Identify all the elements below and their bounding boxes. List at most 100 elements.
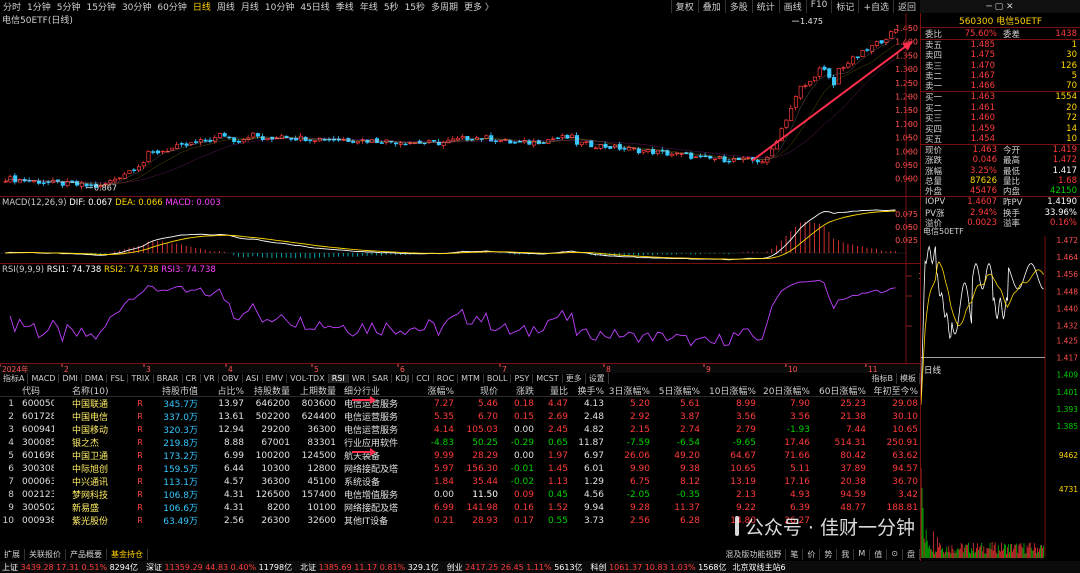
period-tab[interactable]: 分时: [0, 0, 24, 13]
column-header[interactable]: 代码: [14, 384, 54, 397]
table-row[interactable]: 8 002123 梦网科技 R 106.8万 4.31 126500 157400 电信增值服务…: [0, 488, 920, 502]
column-header[interactable]: 60日涨幅%: [810, 384, 866, 397]
indicator-tab[interactable]: DMA: [82, 374, 108, 383]
column-header[interactable]: 占比%: [198, 384, 244, 397]
toolbar-button[interactable]: 统计: [751, 0, 779, 13]
indicator-tab[interactable]: CR: [183, 374, 201, 383]
period-tab[interactable]: 45日线: [297, 0, 332, 13]
indicator-tab[interactable]: FSL: [107, 374, 129, 383]
period-tab[interactable]: 周线: [214, 0, 238, 13]
period-tab[interactable]: 1分钟: [24, 0, 54, 13]
column-header[interactable]: 20日涨幅%: [756, 384, 810, 397]
indicator-tab[interactable]: SAR: [369, 374, 393, 383]
period-tab[interactable]: 15秒: [402, 0, 428, 13]
indicator-tab[interactable]: DMI: [59, 374, 82, 383]
period-tab[interactable]: 更多 〉: [461, 0, 497, 13]
toolbar-button[interactable]: +自选: [858, 0, 893, 13]
table-row[interactable]: 5 601698 中国卫通 R 173.2万 6.99 100200 124500 航天装备 9.…: [0, 449, 920, 463]
toolbar-button[interactable]: 叠加: [697, 0, 725, 13]
indicator-tab[interactable]: ASI: [243, 374, 263, 383]
period-tab[interactable]: 15分钟: [83, 0, 118, 13]
indicator-tab[interactable]: BOLL: [484, 374, 512, 383]
index-quote[interactable]: 北证 1385.69 11.17 0.81% 329.1亿: [298, 562, 445, 573]
table-row[interactable]: 1 600050 中国联通 R 345.7万 13.97 646200 803600 电信运营服…: [0, 397, 920, 411]
period-tab[interactable]: 日线: [190, 0, 214, 13]
column-header[interactable]: 涨幅%: [400, 384, 454, 397]
toolbar-button[interactable]: 复权: [670, 0, 698, 13]
bottom-tool[interactable]: 混及版功能视野: [721, 548, 787, 560]
period-indicator-tab[interactable]: 日线: [924, 364, 941, 376]
table-row[interactable]: 3 600941 中国移动 R 320.3万 12.94 29200 36300 电信运营服务 4…: [0, 423, 920, 437]
column-header[interactable]: 5日涨幅%: [650, 384, 700, 397]
column-header[interactable]: 年初至今%: [866, 384, 918, 397]
bottom-tool[interactable]: M: [854, 548, 871, 560]
index-quote[interactable]: 深证 11359.29 44.83 0.40% 11798亿: [144, 562, 298, 573]
column-header[interactable]: 名称(10): [54, 384, 134, 397]
index-quote[interactable]: 上证 3439.28 17.31 0.51% 8294亿: [0, 562, 144, 573]
indicator-tab[interactable]: OBV: [219, 374, 243, 383]
period-tab[interactable]: 10分钟: [262, 0, 297, 13]
bottom-tool[interactable]: 价: [803, 548, 821, 560]
column-header[interactable]: 量比: [534, 384, 568, 397]
toolbar-button[interactable]: 返回: [892, 0, 920, 13]
period-tab[interactable]: 月线: [238, 0, 262, 13]
column-header[interactable]: 涨跌: [498, 384, 534, 397]
indicator-tab[interactable]: RSI: [328, 374, 349, 383]
toolbar-button[interactable]: F10: [805, 0, 832, 13]
table-row[interactable]: 4 300085 银之杰 R 219.8万 8.88 67001 83301 行业应用软件 -4.…: [0, 436, 920, 450]
index-quote[interactable]: 科创 1061.37 10.83 1.03% 1568亿: [589, 562, 733, 573]
indicator-tab[interactable]: MCST: [533, 374, 563, 383]
indicator-option[interactable]: 模板: [897, 373, 920, 384]
bottom-tool[interactable]: ⊙: [887, 548, 903, 560]
bottom-tab[interactable]: 产品概要: [66, 548, 107, 560]
period-tab[interactable]: 30分钟: [119, 0, 154, 13]
column-header[interactable]: 换手%: [568, 384, 604, 397]
bottom-tool[interactable]: 值: [870, 548, 888, 560]
indicator-tab[interactable]: WR: [349, 374, 370, 383]
indicator-tab[interactable]: PSY: [511, 374, 534, 383]
indicator-tab[interactable]: ROC: [434, 374, 459, 383]
indicator-tab[interactable]: VR: [201, 374, 219, 383]
macd-chart[interactable]: 0.075 0.050 0.025: [0, 197, 920, 263]
candlestick-chart[interactable]: 1.4501.4001.3501.3001.2501.2001.1501.100…: [0, 13, 920, 197]
bottom-tab[interactable]: 关联报价: [25, 548, 66, 560]
indicator-tab[interactable]: CCI: [413, 374, 434, 383]
indicator-option[interactable]: 指标B: [869, 373, 897, 384]
column-header[interactable]: 3日涨幅%: [604, 384, 650, 397]
bottom-tool[interactable]: 势: [820, 548, 838, 560]
indicator-tab[interactable]: MACD: [28, 374, 60, 383]
period-tab[interactable]: 多周期: [428, 0, 461, 13]
indicator-tab[interactable]: MTM: [458, 374, 484, 383]
column-header[interactable]: 持股市值: [146, 384, 198, 397]
indicator-tab[interactable]: BRAR: [154, 374, 183, 383]
toolbar-button[interactable]: 画线: [778, 0, 806, 13]
table-row[interactable]: 6 300308 中际旭创 R 159.5万 6.44 10300 12800 网络接配及塔 5.…: [0, 462, 920, 476]
period-tab[interactable]: 5分钟: [54, 0, 84, 13]
column-header[interactable]: 10日涨幅%: [700, 384, 756, 397]
bottom-tab[interactable]: 扩展: [0, 548, 25, 560]
bottom-tool[interactable]: 盘: [903, 548, 920, 560]
column-header[interactable]: 现价: [454, 384, 498, 397]
indicator-tab[interactable]: 指标A: [0, 373, 29, 384]
toolbar-button[interactable]: 标记: [831, 0, 858, 13]
bottom-tool[interactable]: 我: [837, 548, 855, 560]
period-tab[interactable]: 季线: [333, 0, 357, 13]
indicator-tab[interactable]: EMV: [263, 374, 288, 383]
period-tab[interactable]: 60分钟: [154, 0, 189, 13]
period-tab[interactable]: 年线: [357, 0, 381, 13]
toolbar-button[interactable]: 多股: [724, 0, 752, 13]
column-header[interactable]: 上期数量: [290, 384, 336, 397]
index-quote[interactable]: 创业 2417.25 26.45 1.11% 5613亿: [445, 562, 589, 573]
column-header[interactable]: 细分行业: [336, 384, 400, 397]
rsi-chart[interactable]: 100.0080.0050.00: [0, 264, 920, 363]
window-controls[interactable]: ─ ▢ ✕: [920, 0, 1080, 13]
indicator-tab[interactable]: TRIX: [128, 374, 154, 383]
intraday-mini-chart[interactable]: 1.472 1.464 1.456 1.448 1.440 1.432 1.425 1.417…: [921, 236, 1080, 561]
indicator-tab[interactable]: 设置: [586, 373, 609, 384]
bottom-tab[interactable]: 基金持仓: [107, 548, 148, 560]
period-tab[interactable]: 5秒: [381, 0, 402, 13]
indicator-tab[interactable]: KDJ: [392, 374, 414, 383]
table-row[interactable]: 2 601728 中国电信 R 337.0万 13.61 502200 624400 电信运营服…: [0, 410, 920, 424]
indicator-tab[interactable]: VOL-TDX: [287, 374, 329, 383]
table-row[interactable]: 7 000063 中兴通讯 R 113.1万 4.57 36300 45100 系统设备 1.84…: [0, 475, 920, 489]
